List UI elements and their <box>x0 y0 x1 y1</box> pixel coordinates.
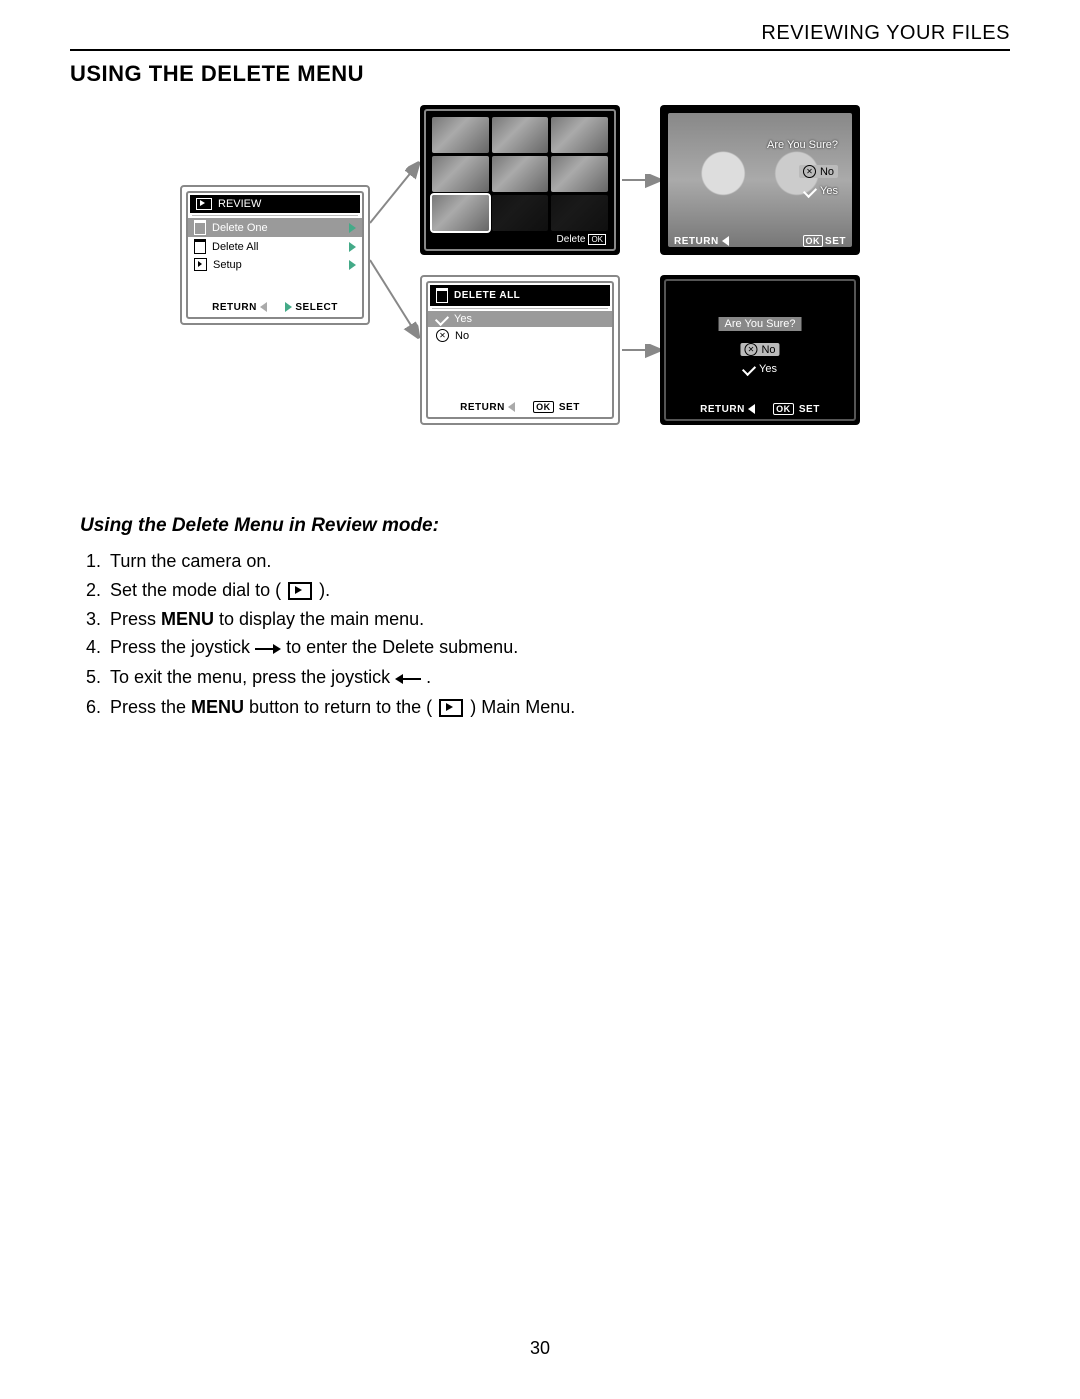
screen-confirm-delete-one: Are You Sure? ✕No Yes RETURN OKSET <box>660 105 860 255</box>
thumbnail[interactable] <box>432 156 489 192</box>
option-no[interactable]: ✕No <box>740 343 779 356</box>
play-mode-icon <box>288 582 312 600</box>
trash-icon <box>194 239 206 254</box>
chevron-right-icon <box>349 260 356 270</box>
delete-hint: Delete OK <box>557 234 606 245</box>
confirm-question: Are You Sure? <box>767 139 838 151</box>
divider <box>70 49 1010 51</box>
step-5: To exit the menu, press the joystick . <box>106 663 1010 693</box>
thumbnail[interactable] <box>492 117 549 153</box>
option-no[interactable]: ✕No <box>428 327 612 344</box>
check-icon <box>742 362 756 376</box>
chevron-right-icon <box>349 223 356 233</box>
menu-item-delete-all[interactable]: Delete All <box>188 237 362 256</box>
page-title: USING THE DELETE MENU <box>70 61 1010 87</box>
photo-preview <box>668 113 852 247</box>
option-yes[interactable]: Yes <box>804 185 838 197</box>
review-menu-header: REVIEW <box>190 195 360 213</box>
setup-icon <box>194 258 207 271</box>
check-icon <box>803 184 817 198</box>
instructions: Using the Delete Menu in Review mode: Tu… <box>80 515 1010 721</box>
arrow-left-icon <box>395 664 421 693</box>
cancel-icon: ✕ <box>744 343 757 356</box>
step-4: Press the joystick to enter the Delete s… <box>106 633 1010 663</box>
screen-thumbnails: Delete OK <box>420 105 620 255</box>
step-6: Press the MENU button to return to the (… <box>106 693 1010 722</box>
option-yes[interactable]: Yes <box>428 311 612 327</box>
thumbnail[interactable] <box>432 117 489 153</box>
thumbnail-empty <box>492 195 549 231</box>
check-icon <box>435 312 449 326</box>
arrow-right-icon <box>255 634 281 663</box>
screen-delete-all-menu: DELETE ALL Yes ✕No RETURN OK SET <box>420 275 620 425</box>
review-footer: RETURN SELECT <box>188 302 362 313</box>
chevron-right-icon <box>349 242 356 252</box>
step-3: Press MENU to display the main menu. <box>106 605 1010 634</box>
screen-review-menu: REVIEW Delete One Delete All Setup RETUR… <box>180 185 370 325</box>
confirm-footer: RETURN OKSET <box>664 236 856 247</box>
cancel-icon: ✕ <box>436 329 449 342</box>
option-yes[interactable]: Yes <box>743 363 777 375</box>
page-number: 30 <box>0 1338 1080 1359</box>
confirm-question: Are You Sure? <box>719 317 802 331</box>
instructions-subtitle: Using the Delete Menu in Review mode: <box>80 515 1010 537</box>
review-header-label: REVIEW <box>218 198 261 210</box>
trash-icon <box>194 220 206 235</box>
step-1: Turn the camera on. <box>106 547 1010 576</box>
trash-icon <box>436 288 448 303</box>
thumbnail-selected[interactable] <box>432 195 489 231</box>
delete-all-footer: RETURN OK SET <box>428 402 612 413</box>
confirm-footer: RETURN OK SET <box>666 404 854 415</box>
page-header: REVIEWING YOUR FILES <box>70 22 1010 45</box>
diagram: REVIEW Delete One Delete All Setup RETUR… <box>120 105 1010 475</box>
screen-confirm-delete-all: Are You Sure? ✕No Yes RETURN OK SET <box>660 275 860 425</box>
thumbnail[interactable] <box>492 156 549 192</box>
thumbnail-empty <box>551 195 608 231</box>
play-mode-icon <box>439 699 463 717</box>
step-2: Set the mode dial to ( ). <box>106 576 1010 605</box>
menu-item-delete-one[interactable]: Delete One <box>188 218 362 237</box>
option-no[interactable]: ✕No <box>799 165 838 178</box>
play-icon <box>196 198 212 210</box>
thumbnail[interactable] <box>551 156 608 192</box>
delete-all-header: DELETE ALL <box>430 285 610 306</box>
thumbnail[interactable] <box>551 117 608 153</box>
cancel-icon: ✕ <box>803 165 816 178</box>
menu-item-setup[interactable]: Setup <box>188 256 362 273</box>
